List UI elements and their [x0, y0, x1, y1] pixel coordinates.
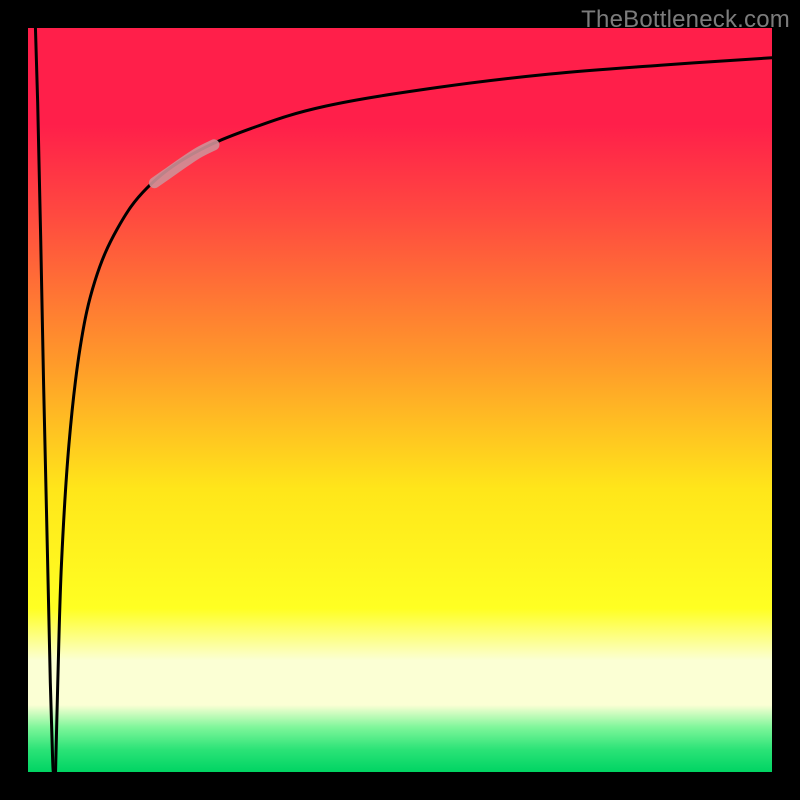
curve-right-branch: [56, 58, 772, 772]
watermark-text: TheBottleneck.com: [581, 6, 790, 34]
curve-svg: [28, 28, 772, 772]
curve-highlight-segment: [154, 145, 214, 183]
curve-left-branch: [35, 28, 53, 772]
plot-area: [28, 28, 772, 772]
chart-container: TheBottleneck.com: [0, 0, 800, 800]
